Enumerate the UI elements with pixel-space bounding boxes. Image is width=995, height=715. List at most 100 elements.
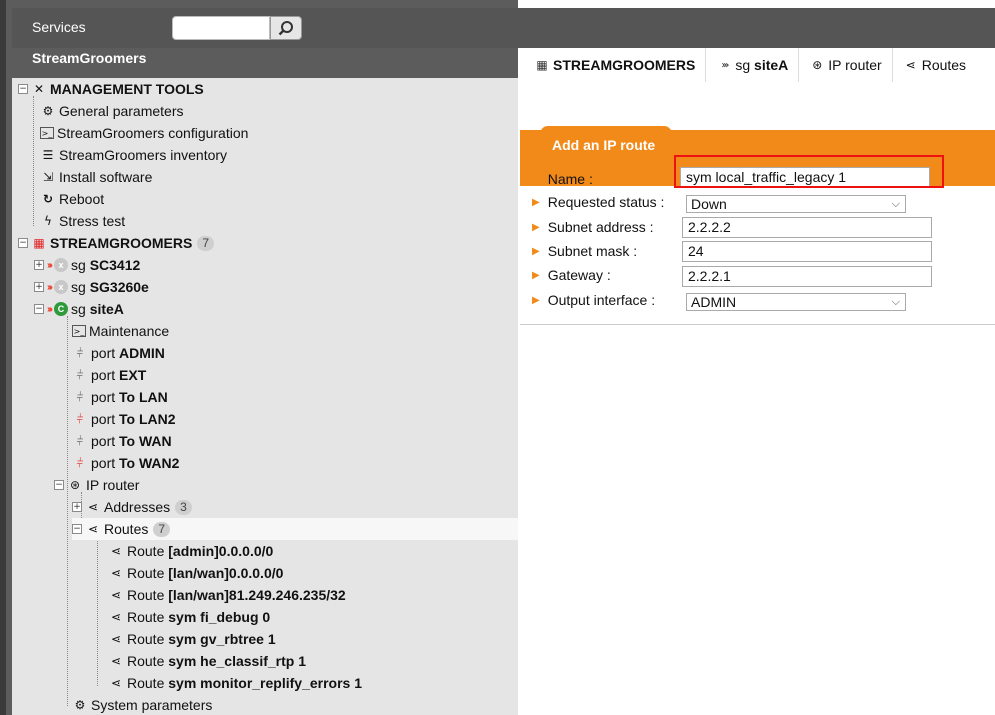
collapse-toggle[interactable]: − (18, 238, 28, 248)
gateway-row: ▶ Gateway : (532, 264, 611, 286)
services-menu[interactable]: Services (32, 19, 86, 35)
tree-item-label: sym fi_debug 0 (168, 609, 271, 625)
tree-item-route[interactable]: ⋖ Route [lan/wan]0.0.0.0/0 (108, 562, 283, 584)
window-shadow (0, 0, 6, 715)
tree-item-label: Install software (59, 169, 153, 185)
tree-item-install-software[interactable]: ⇲ Install software (40, 166, 152, 188)
status-label: Requested status : (547, 194, 665, 210)
search-icon (278, 21, 293, 36)
tree-item-sg-sitea[interactable]: − ››› C sg siteA (34, 298, 124, 320)
expand-toggle[interactable]: + (34, 282, 44, 292)
tab-streamgroomers[interactable]: ▦ STREAMGROOMERS (520, 48, 707, 82)
requested-status-select[interactable]: Down ⌵ (686, 195, 906, 213)
content-panel: ▦ STREAMGROOMERS ››› sg siteA ⊛ IP route… (520, 48, 995, 715)
tree-guide (33, 96, 34, 226)
tab-ip-router[interactable]: ⊛ IP router (799, 48, 893, 82)
collapse-toggle[interactable]: − (72, 524, 82, 534)
tree-item-prefix: port (91, 367, 116, 383)
mask-label: Subnet mask : (547, 243, 638, 259)
tree-item-port-to-lan2[interactable]: ⫩ port To LAN2 (72, 408, 176, 430)
tree-item-port-to-wan2[interactable]: ⫩ port To WAN2 (72, 452, 180, 474)
tree-item-label: General parameters (59, 103, 184, 119)
tree-item-route[interactable]: ⋖ Route [admin]0.0.0.0/0 (108, 540, 273, 562)
share-icon: ⋖ (110, 676, 122, 690)
tree-guide (67, 316, 68, 706)
device-group-icon: ▦ (33, 236, 45, 250)
tree-item-addresses[interactable]: + ⋖ Addresses 3 (72, 496, 192, 518)
bullet-triangle-icon: ▶ (532, 221, 540, 233)
tree-item-prefix: port (91, 411, 116, 427)
tree-item-stress-test[interactable]: ϟ Stress test (40, 210, 125, 232)
tree-item-label: Maintenance (89, 323, 170, 339)
tree-guide (97, 536, 98, 686)
tree-item-management-tools[interactable]: − ✕ MANAGEMENT TOOLS (18, 78, 204, 100)
tree-item-ip-router[interactable]: − ⊛ IP router (54, 474, 139, 496)
tree-item-prefix: port (91, 433, 116, 449)
form-tab-add-ip-route[interactable]: Add an IP route (540, 126, 672, 160)
status-row: ▶ Requested status : (532, 191, 664, 213)
tree-item-route[interactable]: ⋖ Route sym gv_rbtree 1 (108, 628, 276, 650)
search-button[interactable] (270, 16, 302, 40)
tab-label: STREAMGROOMERS (553, 57, 696, 73)
tree-item-label: siteA (89, 301, 124, 317)
tree-item-label: ADMIN (119, 345, 165, 361)
subnet-mask-field[interactable]: 24 (682, 241, 932, 262)
tree-item-port-to-lan[interactable]: ⫩ port To LAN (72, 386, 168, 408)
terminal-icon: >_ (40, 127, 54, 139)
chevron-down-icon: ⌵ (891, 295, 900, 308)
router-icon: ⊛ (69, 478, 81, 492)
tree-item-label: SC3412 (89, 257, 141, 273)
tree-item-route[interactable]: ⋖ Route sym fi_debug 0 (108, 606, 270, 628)
share-icon: ⋖ (905, 58, 916, 72)
subnet-address-field[interactable]: 2.2.2.2 (682, 217, 932, 238)
tree-item-port-ext[interactable]: ⫩ port EXT (72, 364, 147, 386)
tree-item-label: [lan/wan]0.0.0.0/0 (168, 565, 284, 581)
expand-toggle[interactable]: + (72, 502, 82, 512)
tree-item-maintenance[interactable]: >_ Maintenance (72, 320, 169, 342)
expand-toggle[interactable]: + (34, 260, 44, 270)
link-arrows-icon: ››› (47, 259, 53, 271)
tab-sg-sitea[interactable]: ››› sg siteA (706, 48, 800, 82)
gateway-label: Gateway : (547, 267, 611, 283)
tree-item-route[interactable]: ⋖ Route sym he_classif_rtp 1 (108, 650, 306, 672)
collapse-toggle[interactable]: − (54, 480, 64, 490)
tree-item-prefix: sg (71, 279, 86, 295)
link-arrows-icon: ››› (47, 303, 53, 315)
tree-item-port-admin[interactable]: ⫩ port ADMIN (72, 342, 165, 364)
terminal-icon: >_ (72, 325, 86, 337)
share-icon: ⋖ (87, 522, 99, 536)
network-port-icon: ⫩ (76, 389, 84, 404)
tree-item-sg-inventory[interactable]: ☰ StreamGroomers inventory (40, 144, 227, 166)
lightning-icon: ϟ (44, 214, 52, 228)
tree-item-sg-sg3260e[interactable]: + ››› x sg SG3260e (34, 276, 149, 298)
tree-item-prefix: Route (127, 631, 165, 647)
select-value: ADMIN (691, 294, 737, 310)
tree-item-label: STREAMGROOMERS (50, 235, 193, 251)
collapse-toggle[interactable]: − (18, 84, 28, 94)
tab-routes[interactable]: ⋖ Routes (893, 48, 976, 82)
tree-item-prefix: port (91, 389, 116, 405)
output-interface-select[interactable]: ADMIN ⌵ (686, 293, 906, 311)
gateway-field[interactable]: 2.2.2.1 (682, 266, 932, 287)
collapse-toggle[interactable]: − (34, 304, 44, 314)
list-icon: ☰ (42, 148, 54, 162)
tree-item-sg-configuration[interactable]: >_ StreamGroomers configuration (40, 122, 248, 144)
tree-item-system-parameters[interactable]: ⚙ System parameters (72, 694, 213, 715)
tree-item-streamgroomers[interactable]: − ▦ STREAMGROOMERS 7 (18, 232, 215, 254)
tree-item-reboot[interactable]: ↻ Reboot (40, 188, 104, 210)
tree-item-routes[interactable]: − ⋖ Routes 7 (72, 518, 518, 540)
tree-item-prefix: Route (127, 587, 165, 603)
subnet-row: ▶ Subnet address : (532, 216, 654, 238)
tree-item-label: To LAN2 (119, 411, 176, 427)
router-icon: ⊛ (812, 58, 823, 72)
network-port-icon: ⫩ (76, 433, 84, 448)
network-port-error-icon: ⫩ (76, 455, 84, 470)
search-input[interactable] (172, 16, 270, 40)
select-value: Down (691, 196, 727, 212)
tree-item-route[interactable]: ⋖ Route sym monitor_replify_errors 1 (108, 672, 362, 694)
tree-item-label: StreamGroomers inventory (59, 147, 228, 163)
tree-item-port-to-wan[interactable]: ⫩ port To WAN (72, 430, 172, 452)
tree-item-route[interactable]: ⋖ Route [lan/wan]81.249.246.235/32 (108, 584, 346, 606)
tree-item-general-parameters[interactable]: ⚙ General parameters (40, 100, 184, 122)
tree-item-sg-sc3412[interactable]: + ››› x sg SC3412 (34, 254, 140, 276)
